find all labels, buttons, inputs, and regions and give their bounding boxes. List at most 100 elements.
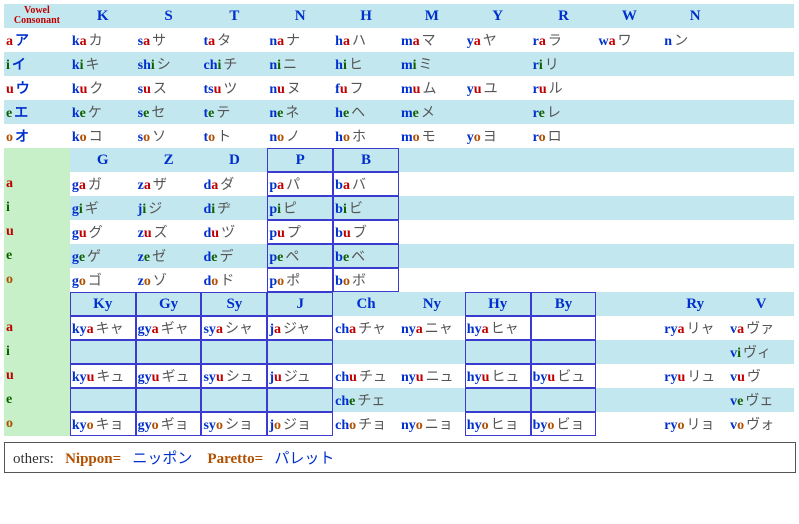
cell3-i-0 <box>70 340 136 364</box>
cell1-i-10 <box>728 52 794 76</box>
col2-6 <box>465 148 531 172</box>
cell1-i-7: riリ <box>531 52 597 76</box>
col2-5 <box>399 148 465 172</box>
cell3-e-10: veヴェ <box>728 388 794 412</box>
col2-4: B <box>333 148 399 172</box>
cell3-o-4: choチョ <box>333 412 399 436</box>
col1-0: K <box>70 4 136 28</box>
cell2-a-6 <box>465 172 531 196</box>
cell3-a-6: hyaヒャ <box>465 316 531 340</box>
cell3-i-6 <box>465 340 531 364</box>
cell2-e-4: beベ <box>333 244 399 268</box>
cell2-a-9 <box>662 172 728 196</box>
col3-1: Gy <box>136 292 202 316</box>
cell3-u-1: gyuギュ <box>136 364 202 388</box>
cell2-e-3: peペ <box>267 244 333 268</box>
cell1-e-4: heヘ <box>333 100 399 124</box>
cell1-u-7: ruル <box>531 76 597 100</box>
cell2-u-3: puプ <box>267 220 333 244</box>
cell1-o-6: yoヨ <box>465 124 531 148</box>
cell3-a-0: kyaキャ <box>70 316 136 340</box>
cell2-i-7 <box>531 196 597 220</box>
cell3-i-3 <box>267 340 333 364</box>
cell1-e-9 <box>662 100 728 124</box>
cell3-e-9 <box>662 388 728 412</box>
cell1-a-5: maマ <box>399 28 465 52</box>
cell1-i-9 <box>662 52 728 76</box>
col2-9 <box>662 148 728 172</box>
cell1-a-2: taタ <box>201 28 267 52</box>
row3-label-u: u <box>4 364 70 388</box>
cell3-o-7: byoビョ <box>531 412 597 436</box>
cell2-o-1: zoゾ <box>136 268 202 292</box>
cell2-e-0: geゲ <box>70 244 136 268</box>
cell1-o-8 <box>596 124 662 148</box>
col2-8 <box>596 148 662 172</box>
cell2-i-0: giギ <box>70 196 136 220</box>
others-rom-1: Paretto= <box>207 451 263 467</box>
cell2-i-5 <box>399 196 465 220</box>
col1-10 <box>728 4 794 28</box>
cell1-a-10 <box>728 28 794 52</box>
row3-label-i: i <box>4 340 70 364</box>
row1-label-a: aア <box>4 28 70 52</box>
col3-8 <box>596 292 662 316</box>
row2-label-e: e <box>4 244 70 268</box>
cell2-a-8 <box>596 172 662 196</box>
cell2-a-3: paパ <box>267 172 333 196</box>
cell3-e-1 <box>136 388 202 412</box>
cell3-o-8 <box>596 412 662 436</box>
col2-1: Z <box>136 148 202 172</box>
cell2-a-5 <box>399 172 465 196</box>
cell3-u-0: kyuキュ <box>70 364 136 388</box>
cell2-o-3: poポ <box>267 268 333 292</box>
cell2-u-5 <box>399 220 465 244</box>
cell2-i-3: piピ <box>267 196 333 220</box>
row3-label-e: e <box>4 388 70 412</box>
cell1-i-5: miミ <box>399 52 465 76</box>
others-box: others: Nippon= ニッポン Paretto= パレット <box>4 442 796 473</box>
col1-8: W <box>596 4 662 28</box>
cell3-u-10: vuヴ <box>728 364 794 388</box>
cell1-o-3: noノ <box>267 124 333 148</box>
cell2-u-7 <box>531 220 597 244</box>
cell1-u-6: yuユ <box>465 76 531 100</box>
col2-7 <box>531 148 597 172</box>
cell1-a-8: waワ <box>596 28 662 52</box>
cell2-o-8 <box>596 268 662 292</box>
cell2-i-1: jiジ <box>136 196 202 220</box>
cell2-u-4: buブ <box>333 220 399 244</box>
cell2-o-9 <box>662 268 728 292</box>
kana-chart: VowelConsonantKSTNHMYRWNaアkaカsaサtaタnaナha… <box>4 4 794 436</box>
cell2-u-8 <box>596 220 662 244</box>
cell3-u-2: syuシュ <box>201 364 267 388</box>
row1-label-e: eエ <box>4 100 70 124</box>
cell3-e-5 <box>399 388 465 412</box>
row1-label-u: uウ <box>4 76 70 100</box>
cell3-o-5: nyoニョ <box>399 412 465 436</box>
cell1-e-5: meメ <box>399 100 465 124</box>
cell2-i-9 <box>662 196 728 220</box>
col2-10 <box>728 148 794 172</box>
cell3-a-7 <box>531 316 597 340</box>
cell2-a-2: daダ <box>201 172 267 196</box>
col3-6: Hy <box>465 292 531 316</box>
cell1-u-2: tsuツ <box>201 76 267 100</box>
cell1-a-6: yaヤ <box>465 28 531 52</box>
col1-7: R <box>531 4 597 28</box>
cell1-o-4: hoホ <box>333 124 399 148</box>
cell2-e-1: zeゼ <box>136 244 202 268</box>
cell2-i-10 <box>728 196 794 220</box>
cell3-i-2 <box>201 340 267 364</box>
col2-0: G <box>70 148 136 172</box>
cell2-o-2: doド <box>201 268 267 292</box>
col1-3: N <box>267 4 333 28</box>
col3-9: Ry <box>662 292 728 316</box>
cell1-e-1: seセ <box>136 100 202 124</box>
cell3-e-6 <box>465 388 531 412</box>
row1-label-o: oオ <box>4 124 70 148</box>
others-kana-0: ニッポン <box>132 451 192 467</box>
row3-label-o: o <box>4 412 70 436</box>
cell1-i-0: kiキ <box>70 52 136 76</box>
cell2-o-0: goゴ <box>70 268 136 292</box>
